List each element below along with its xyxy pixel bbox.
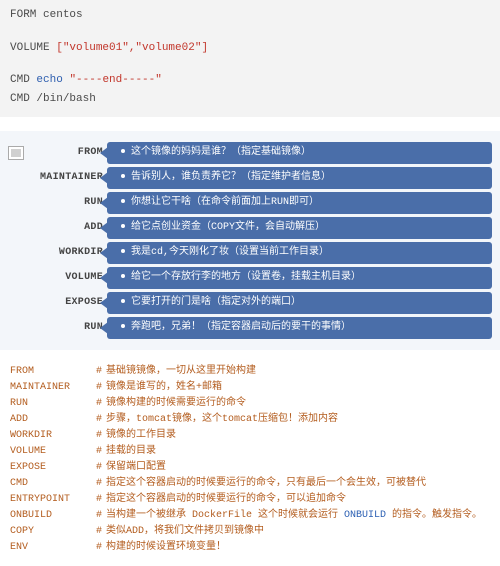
diagram-bubble: 这个镜像的妈妈是谁？（指定基础镜像） xyxy=(107,142,492,164)
diagram-bubble: 你想让它干啥（在命令前面加上RUN即可） xyxy=(107,192,492,214)
diagram-bubble: 给它点创业资金（COPY文件，会自动解压） xyxy=(107,217,492,239)
explain-row: ENTRYPOINT#指定这个容器启动的时候要运行的命令，可以追加命令 xyxy=(10,492,490,508)
explain-key: RUN xyxy=(10,396,96,412)
diagram-text: 它要打开的门是啥（指定对外的端口） xyxy=(131,297,301,308)
diagram-label: EXPOSE xyxy=(27,297,107,308)
explain-key: CMD xyxy=(10,476,96,492)
code-line: FORM centos xyxy=(10,6,490,25)
explain-row: CMD#指定这个容器启动的时候要运行的命令，只有最后一个会生效，可被替代 xyxy=(10,476,490,492)
explain-key: WORKDIR xyxy=(10,428,96,444)
diagram-label: ADD xyxy=(27,222,107,233)
hash-icon: # xyxy=(96,524,102,540)
explain-row: ENV#构建的时候设置环境变量！ xyxy=(10,540,490,556)
hash-icon: # xyxy=(96,460,102,476)
diagram-bubble: 它要打开的门是啥（指定对外的端口） xyxy=(107,292,492,314)
diagram-label: WORKDIR xyxy=(27,247,107,258)
diagram-row: EXPOSE 它要打开的门是啥（指定对外的端口） xyxy=(4,292,492,314)
explain-row: COPY#类似ADD，将我们文件拷贝到镜像中 xyxy=(10,524,490,540)
explain-text: 镜像构建的时候需要运行的命令 xyxy=(106,396,490,412)
bullet-dot-icon xyxy=(121,249,125,253)
diagram-text: 我是cd,今天刚化了妆（设置当前工作目录） xyxy=(131,247,329,258)
hash-icon: # xyxy=(96,396,102,412)
hash-icon: # xyxy=(96,444,102,460)
hash-icon: # xyxy=(96,476,102,492)
bullet-dot-icon xyxy=(121,274,125,278)
dockerfile-snippet: FORM centos VOLUME ["volume01","volume02… xyxy=(0,0,500,117)
diagram-row: RUN 奔跑吧，兄弟！（指定容器启动后的要干的事情） xyxy=(4,317,492,339)
explain-row: EXPOSE#保留端口配置 xyxy=(10,460,490,476)
diagram-row: WORKDIR 我是cd,今天刚化了妆（设置当前工作目录） xyxy=(4,242,492,264)
instruction-comments: FROM#基础镜镜像，一切从这里开始构建MAINTAINER#镜像是谁写的，姓名… xyxy=(0,350,500,566)
bullet-dot-icon xyxy=(121,149,125,153)
bullet-dot-icon xyxy=(121,299,125,303)
hash-icon: # xyxy=(96,492,102,508)
diagram-row: VOLUME 给它一个存放行李的地方（设置卷，挂载主机目录） xyxy=(4,267,492,289)
explain-key: MAINTAINER xyxy=(10,380,96,396)
explain-key: EXPOSE xyxy=(10,460,96,476)
explain-row: WORKDIR#镜像的工作目录 xyxy=(10,428,490,444)
explain-key: ENV xyxy=(10,540,96,556)
diagram-row: MAINTAINER 告诉别人，谁负责养它？（指定维护者信息） xyxy=(4,167,492,189)
explain-text: 构建的时候设置环境变量！ xyxy=(106,540,490,556)
diagram-row: RUN 你想让它干啥（在命令前面加上RUN即可） xyxy=(4,192,492,214)
explain-key: ENTRYPOINT xyxy=(10,492,96,508)
diagram-bubble: 给它一个存放行李的地方（设置卷，挂载主机目录） xyxy=(107,267,492,289)
bullet-dot-icon xyxy=(121,224,125,228)
instruction-diagram: FROM 这个镜像的妈妈是谁？（指定基础镜像） MAINTAINER 告诉别人，谁负责… xyxy=(0,131,500,350)
diagram-row: FROM 这个镜像的妈妈是谁？（指定基础镜像） xyxy=(4,142,492,164)
explain-row: MAINTAINER#镜像是谁写的，姓名+邮箱 xyxy=(10,380,490,396)
code-line: CMD /bin/bash xyxy=(10,90,490,109)
explain-text: 指定这个容器启动的时候要运行的命令，可以追加命令 xyxy=(106,492,490,508)
highlight-keyword: ONBUILD xyxy=(344,510,386,521)
diagram-text: 给它点创业资金（COPY文件，会自动解压） xyxy=(131,222,325,233)
image-icon xyxy=(8,146,24,160)
explain-key: VOLUME xyxy=(10,444,96,460)
diagram-label: RUN xyxy=(27,197,107,208)
explain-text: 保留端口配置 xyxy=(106,460,490,476)
diagram-bubble: 告诉别人，谁负责养它？（指定维护者信息） xyxy=(107,167,492,189)
explain-key: ONBUILD xyxy=(10,508,96,524)
explain-row: FROM#基础镜镜像，一切从这里开始构建 xyxy=(10,364,490,380)
bullet-dot-icon xyxy=(121,324,125,328)
explain-row: VOLUME#挂载的目录 xyxy=(10,444,490,460)
diagram-text: 你想让它干啥（在命令前面加上RUN即可） xyxy=(131,197,319,208)
explain-text: 挂载的目录 xyxy=(106,444,490,460)
hash-icon: # xyxy=(96,380,102,396)
explain-text: 类似ADD，将我们文件拷贝到镜像中 xyxy=(106,524,490,540)
diagram-text: 这个镜像的妈妈是谁？（指定基础镜像） xyxy=(131,147,311,158)
diagram-bubble: 奔跑吧，兄弟！（指定容器启动后的要干的事情） xyxy=(107,317,492,339)
diagram-text: 告诉别人，谁负责养它？（指定维护者信息） xyxy=(131,172,331,183)
diagram-row: ADD 给它点创业资金（COPY文件，会自动解压） xyxy=(4,217,492,239)
explain-text: 镜像是谁写的，姓名+邮箱 xyxy=(106,380,490,396)
hash-icon: # xyxy=(96,428,102,444)
explain-text: 镜像的工作目录 xyxy=(106,428,490,444)
diagram-label: RUN xyxy=(27,322,107,333)
hash-icon: # xyxy=(96,364,102,380)
diagram-label: MAINTAINER xyxy=(27,172,107,183)
bullet-dot-icon xyxy=(121,174,125,178)
explain-text: 基础镜镜像，一切从这里开始构建 xyxy=(106,364,490,380)
code-line: CMD echo "----end-----" xyxy=(10,71,490,90)
explain-text: 指定这个容器启动的时候要运行的命令，只有最后一个会生效，可被替代 xyxy=(106,476,490,492)
explain-row: ADD#步骤，tomcat镜像，这个tomcat压缩包！添加内容 xyxy=(10,412,490,428)
hash-icon: # xyxy=(96,412,102,428)
diagram-label: VOLUME xyxy=(27,272,107,283)
diagram-label: FROM xyxy=(27,147,107,158)
explain-text: 当构建一个被继承 DockerFile 这个时候就会运行 ONBUILD 的指令… xyxy=(106,508,490,524)
explain-key: FROM xyxy=(10,364,96,380)
explain-key: COPY xyxy=(10,524,96,540)
hash-icon: # xyxy=(96,540,102,556)
explain-row: RUN#镜像构建的时候需要运行的命令 xyxy=(10,396,490,412)
bullet-dot-icon xyxy=(121,199,125,203)
explain-text: 步骤，tomcat镜像，这个tomcat压缩包！添加内容 xyxy=(106,412,490,428)
explain-key: ADD xyxy=(10,412,96,428)
diagram-text: 奔跑吧，兄弟！（指定容器启动后的要干的事情） xyxy=(131,322,351,333)
code-line: VOLUME ["volume01","volume02"] xyxy=(10,39,490,58)
diagram-text: 给它一个存放行李的地方（设置卷，挂载主机目录） xyxy=(131,272,361,283)
explain-row: ONBUILD#当构建一个被继承 DockerFile 这个时候就会运行 ONB… xyxy=(10,508,490,524)
hash-icon: # xyxy=(96,508,102,524)
diagram-bubble: 我是cd,今天刚化了妆（设置当前工作目录） xyxy=(107,242,492,264)
